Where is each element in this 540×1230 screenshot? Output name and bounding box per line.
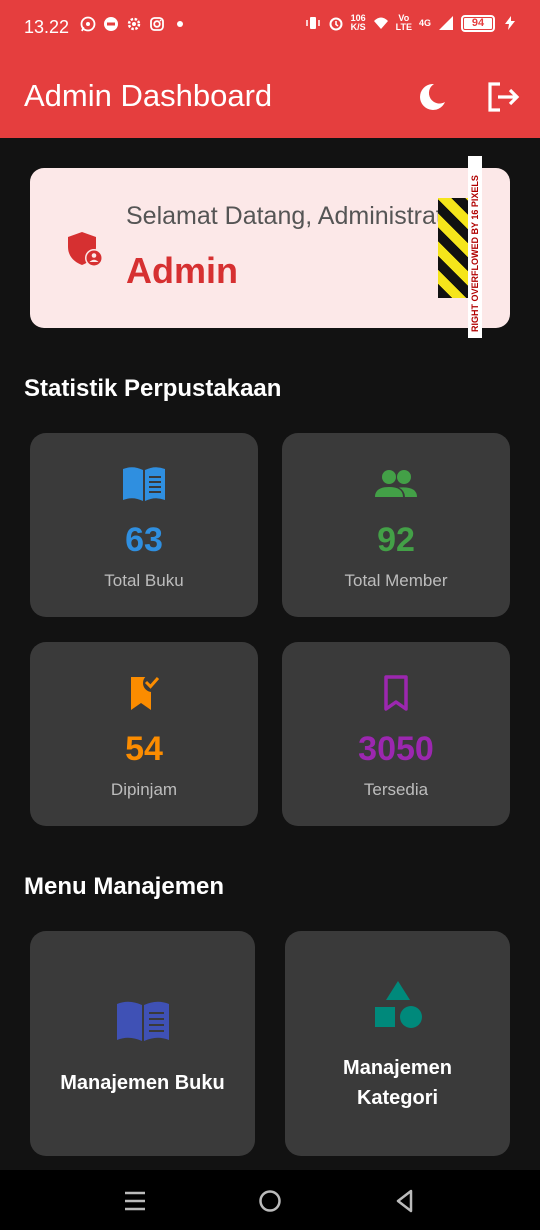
stats-title: Statistik Perpustakaan <box>24 375 282 402</box>
moon-icon[interactable] <box>412 78 450 116</box>
welcome-card: Selamat Datang, Administrator Admin RIGH… <box>30 156 510 338</box>
settings-icon <box>127 17 141 31</box>
stat-card-tersedia[interactable]: 3050 Tersedia <box>282 642 510 826</box>
vibrate-icon <box>305 17 320 29</box>
stat-value: 3050 <box>358 730 434 768</box>
stat-label: Dipinjam <box>110 780 178 799</box>
back-triangle-icon[interactable] <box>392 1188 418 1214</box>
menu-card-manajemen-kategori[interactable]: Manajemen Kategori <box>285 931 510 1156</box>
book-open-icon <box>123 467 165 501</box>
battery-level: 94 <box>464 17 492 29</box>
status-time: 13.22 <box>24 17 70 37</box>
stat-label: Total Member <box>344 571 448 590</box>
stat-card-total-buku[interactable]: 63 Total Buku <box>30 433 258 617</box>
stat-value: 63 <box>125 521 163 559</box>
charging-icon <box>505 16 515 30</box>
dot-icon <box>177 21 183 27</box>
system-nav-bar <box>0 1170 540 1230</box>
instagram-icon <box>150 17 164 31</box>
category-shapes-icon <box>374 981 422 1028</box>
menu-label-line1: Manajemen <box>343 1057 452 1079</box>
stat-label: Total Buku <box>104 571 184 590</box>
admin-shield-icon <box>68 232 103 267</box>
volte-bottom: LTE <box>395 22 412 32</box>
menu-label: Manajemen Buku <box>60 1072 225 1094</box>
app-title: Admin Dashboard <box>24 78 273 113</box>
net-speed: 106 K/S <box>351 14 366 32</box>
status-bar: 13.22 106 K/S Vo LTE 4G 94 <box>0 0 540 56</box>
wifi-icon <box>373 17 388 29</box>
network-type: 4G <box>418 17 431 28</box>
stat-value: 54 <box>125 730 163 768</box>
overflow-warning: RIGHT OVERFLOWED BY 16 PIXELS <box>468 156 482 338</box>
menu-label: Manajemen Kategori <box>295 1053 500 1113</box>
menu-title: Menu Manajemen <box>24 873 225 900</box>
message-icon <box>104 17 118 31</box>
menu-lines-icon[interactable] <box>122 1188 148 1214</box>
stat-card-total-member[interactable]: 92 Total Member <box>282 433 510 617</box>
overflow-indicator <box>438 198 468 298</box>
alarm-icon <box>329 17 343 31</box>
volte-badge: Vo LTE <box>396 14 412 32</box>
stat-card-dipinjam[interactable]: 54 Dipinjam <box>30 642 258 826</box>
net-speed-unit: K/S <box>350 22 366 32</box>
stat-value: 92 <box>377 521 415 559</box>
logout-icon[interactable] <box>484 78 522 116</box>
welcome-name: Admin <box>126 250 238 291</box>
menu-label-line2: Kategori <box>356 1087 439 1109</box>
signal-icon <box>439 16 453 30</box>
stat-label: Tersedia <box>363 780 429 799</box>
bookmark-added-icon <box>131 674 161 710</box>
app-bar: Admin Dashboard <box>0 56 540 138</box>
overflow-text: RIGHT OVERFLOWED BY 16 PIXELS <box>470 175 480 332</box>
home-circle-icon[interactable] <box>257 1188 283 1214</box>
whatsapp-icon <box>80 16 96 32</box>
group-icon <box>375 470 417 497</box>
notification-icons <box>80 16 188 32</box>
battery-icon: 94 <box>461 14 495 32</box>
system-icons: 106 K/S Vo LTE 4G 94 <box>305 14 518 32</box>
bookmark-outline-icon <box>384 675 408 711</box>
menu-card-manajemen-buku[interactable]: Manajemen Buku <box>30 931 255 1156</box>
welcome-greeting: Selamat Datang, Administrator <box>126 202 466 230</box>
book-open-icon <box>116 1001 169 1041</box>
